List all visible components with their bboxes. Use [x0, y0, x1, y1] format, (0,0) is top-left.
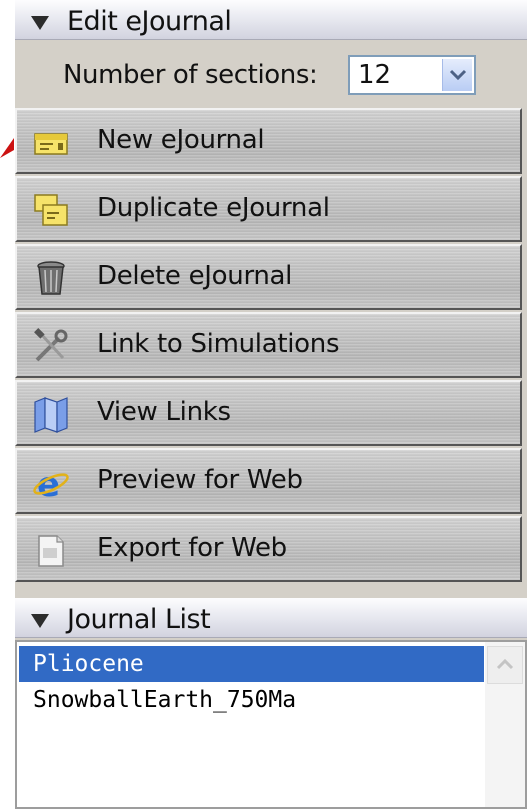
list-item[interactable]: SnowballEarth_750Ma: [19, 682, 484, 718]
view-links-button[interactable]: View Links: [15, 380, 522, 446]
delete-ejournal-button[interactable]: Delete eJournal: [15, 244, 522, 310]
duplicate-ejournal-label: Duplicate eJournal: [97, 193, 330, 223]
preview-for-web-button[interactable]: e Preview for Web: [15, 448, 522, 514]
scroll-up-button[interactable]: [487, 646, 523, 684]
journal-listbox[interactable]: Pliocene SnowballEarth_750Ma: [15, 640, 527, 809]
collapse-triangle-icon[interactable]: [31, 614, 49, 628]
trash-icon: [37, 261, 65, 295]
preview-for-web-label: Preview for Web: [97, 465, 303, 495]
view-links-icon: [34, 397, 68, 433]
sections-select[interactable]: 12: [348, 55, 476, 95]
sections-label: Number of sections:: [63, 60, 318, 90]
chevron-down-icon: [449, 69, 467, 81]
side-panel: Edit eJournal Number of sections: 12 New…: [15, 0, 527, 809]
edit-ejournal-title: Edit eJournal: [67, 6, 232, 37]
journal-list-title: Journal List: [67, 604, 211, 635]
export-for-web-button[interactable]: Export for Web: [15, 516, 522, 582]
edit-ejournal-header[interactable]: Edit eJournal: [15, 0, 527, 40]
pointer-arrow-icon: [0, 138, 14, 158]
sections-row: Number of sections: 12: [15, 40, 527, 106]
vertical-scrollbar[interactable]: [485, 642, 525, 807]
export-icon: [38, 535, 64, 567]
sections-select-value: 12: [358, 60, 392, 90]
export-for-web-label: Export for Web: [97, 533, 287, 563]
delete-ejournal-label: Delete eJournal: [97, 261, 293, 291]
collapse-triangle-icon[interactable]: [31, 16, 49, 30]
list-item[interactable]: Pliocene: [19, 646, 484, 682]
new-ejournal-label: New eJournal: [97, 125, 265, 155]
new-ejournal-button[interactable]: New eJournal: [15, 108, 522, 174]
link-to-simulations-label: Link to Simulations: [97, 329, 340, 359]
duplicate-ejournal-button[interactable]: Duplicate eJournal: [15, 176, 522, 242]
chevron-up-icon: [496, 658, 514, 670]
link-to-simulations-button[interactable]: Link to Simulations: [15, 312, 522, 378]
new-journal-icon: [34, 133, 68, 155]
duplicate-icon: [34, 194, 68, 226]
journal-list-header[interactable]: Journal List: [15, 598, 527, 638]
tools-icon: [34, 328, 68, 362]
view-links-label: View Links: [97, 397, 231, 427]
internet-explorer-icon: e: [33, 465, 69, 502]
left-margin: [0, 0, 15, 809]
dropdown-button[interactable]: [442, 59, 472, 91]
